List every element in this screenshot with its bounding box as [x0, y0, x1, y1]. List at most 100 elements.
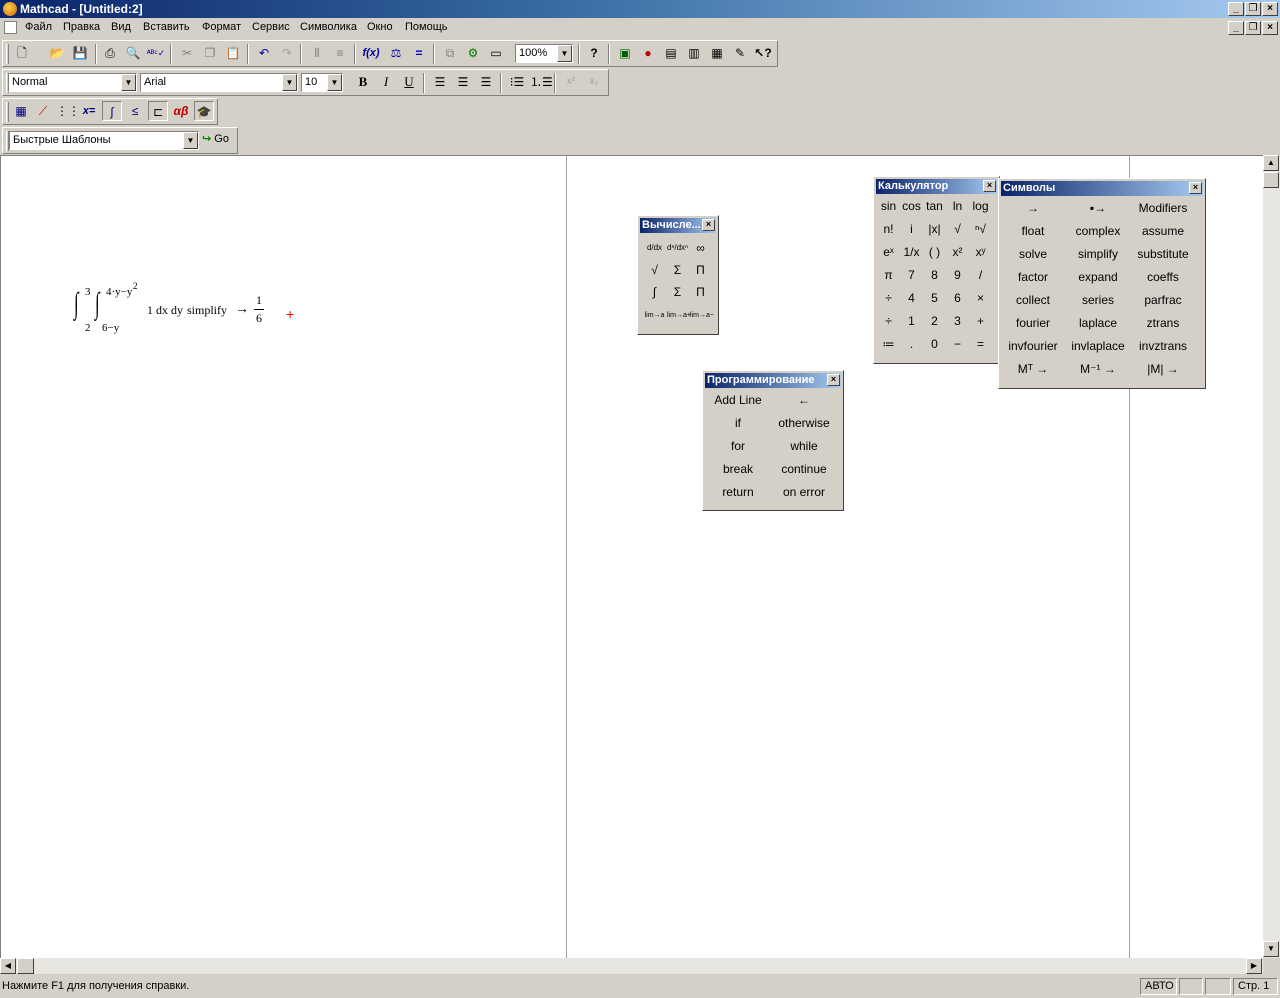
programming-operator-button[interactable]: on error: [771, 481, 837, 504]
restore-icon[interactable]: ❐: [1245, 2, 1261, 16]
symbolic-keyword-button[interactable]: M⁻¹ →: [1066, 358, 1130, 381]
calculator-key-button[interactable]: ×: [970, 287, 991, 310]
symbolic-keyword-button[interactable]: parfrac: [1131, 289, 1195, 312]
go-button[interactable]: ↪ Go: [202, 132, 229, 145]
calculator-key-button[interactable]: eˣ: [878, 241, 899, 264]
calculator-key-button[interactable]: ln: [947, 195, 968, 218]
collaboratory-icon[interactable]: ▤: [661, 43, 681, 63]
menu-window[interactable]: Окно: [367, 21, 393, 33]
product-button[interactable]: Π: [690, 282, 711, 302]
boolean-toolbar-icon[interactable]: ≤: [125, 101, 145, 121]
palette-titlebar[interactable]: Программирование ×: [705, 373, 841, 388]
font-select[interactable]: Arial ▼: [140, 73, 298, 92]
insert-component-icon[interactable]: ⧉: [440, 43, 460, 63]
definite-integral-button[interactable]: √: [644, 260, 665, 280]
symbolic-keyword-button[interactable]: substitute: [1131, 243, 1195, 266]
symbolic-keyword-button[interactable]: collect: [1001, 289, 1065, 312]
print-preview-icon[interactable]: 🔍: [123, 43, 143, 63]
limit-button[interactable]: lim→a: [644, 306, 665, 326]
style-select[interactable]: Normal ▼: [8, 73, 137, 92]
symbolic-keyword-button[interactable]: complex: [1066, 220, 1130, 243]
range-sum-button[interactable]: Σ: [667, 260, 688, 280]
calculator-key-button[interactable]: cos: [901, 195, 922, 218]
italic-button[interactable]: I: [376, 72, 396, 92]
undo-icon[interactable]: ↶: [254, 43, 274, 63]
symbolic-keyword-button[interactable]: invztrans: [1131, 335, 1195, 358]
calculator-key-button[interactable]: 8: [924, 264, 945, 287]
vertical-scrollbar[interactable]: ▲ ▼: [1263, 155, 1280, 958]
programming-operator-button[interactable]: for: [705, 435, 771, 458]
calculator-key-button[interactable]: |x|: [924, 218, 945, 241]
align-down-icon[interactable]: ≡: [330, 43, 350, 63]
context-help-icon[interactable]: ↖?: [753, 43, 773, 63]
scroll-thumb[interactable]: [1263, 172, 1279, 188]
programming-operator-button[interactable]: continue: [771, 458, 837, 481]
print-icon[interactable]: ⎙: [100, 43, 120, 63]
chevron-down-icon[interactable]: ▼: [121, 74, 136, 91]
menu-view[interactable]: Вид: [111, 21, 131, 33]
numbering-icon[interactable]: ⒈☰: [530, 72, 553, 92]
document-icon[interactable]: [4, 21, 17, 34]
menu-edit[interactable]: Правка: [63, 21, 100, 33]
copy-icon[interactable]: ❐: [200, 43, 220, 63]
calculus-toolbar-icon[interactable]: ∫: [102, 101, 122, 121]
cut-icon[interactable]: ✂: [177, 43, 197, 63]
help-icon[interactable]: ?: [584, 43, 604, 63]
calculator-key-button[interactable]: n!: [878, 218, 899, 241]
calculator-key-button[interactable]: xʸ: [970, 241, 991, 264]
insert-unit-icon[interactable]: ⚖: [386, 43, 406, 63]
symbolic-keyword-button[interactable]: coeffs: [1131, 266, 1195, 289]
open-icon[interactable]: 📂: [47, 43, 67, 63]
summation-button[interactable]: Σ: [667, 282, 688, 302]
worksheet[interactable]: ∫ 3 2 ∫ 4·y−y 2 6−y 1 dx dy simplify → 1…: [0, 155, 1263, 959]
calculator-key-button[interactable]: i: [901, 218, 922, 241]
symbolic-keyword-button[interactable]: invlaplace: [1066, 335, 1130, 358]
horizontal-scrollbar[interactable]: ◀ ▶: [0, 958, 1263, 974]
calculator-key-button[interactable]: 2: [924, 310, 945, 333]
programming-operator-button[interactable]: if: [705, 412, 771, 435]
calculator-key-button[interactable]: sin: [878, 195, 899, 218]
symbolic-keyword-button[interactable]: solve: [1001, 243, 1065, 266]
ebook-icon[interactable]: ▥: [684, 43, 704, 63]
calculator-key-button[interactable]: log: [970, 195, 991, 218]
calculator-key-button[interactable]: 1: [901, 310, 922, 333]
calculator-key-button[interactable]: 6: [947, 287, 968, 310]
palette-titlebar[interactable]: Вычисле... ×: [640, 218, 716, 233]
symbolic-keyword-button[interactable]: assume: [1131, 220, 1195, 243]
paste-icon[interactable]: 📋: [223, 43, 243, 63]
symbolic-keyword-button[interactable]: series: [1066, 289, 1130, 312]
palette-titlebar[interactable]: Символы ×: [1001, 181, 1203, 196]
insert-function-icon[interactable]: f(x): [361, 43, 381, 63]
chevron-down-icon[interactable]: ▼: [327, 74, 342, 91]
scroll-left-icon[interactable]: ◀: [0, 958, 16, 974]
scroll-up-icon[interactable]: ▲: [1263, 155, 1279, 171]
calculator-key-button[interactable]: ≔: [878, 333, 899, 356]
calculator-key-button[interactable]: ( ): [924, 241, 945, 264]
menu-help[interactable]: Помощь: [405, 21, 448, 33]
infinity-button[interactable]: ∞: [690, 238, 711, 258]
bullets-icon[interactable]: ⁝☰: [507, 72, 527, 92]
calculator-key-button[interactable]: 1/x: [901, 241, 922, 264]
calculator-key-button[interactable]: 7: [901, 264, 922, 287]
symbolic-keyword-button[interactable]: expand: [1066, 266, 1130, 289]
calculator-key-button[interactable]: √: [947, 218, 968, 241]
graph-toolbar-icon[interactable]: ⟋: [33, 101, 53, 121]
calculator-key-button[interactable]: +: [970, 310, 991, 333]
calculator-key-button[interactable]: /: [970, 264, 991, 287]
calculator-key-button[interactable]: 9: [947, 264, 968, 287]
align-right-icon[interactable]: ☰: [476, 72, 496, 92]
minimize-icon[interactable]: _: [1228, 2, 1244, 16]
symbolic-keyword-button[interactable]: Mᵀ →: [1001, 358, 1065, 381]
symbolic-keyword-button[interactable]: |M| →: [1131, 358, 1195, 381]
symbolic-toolbar-icon[interactable]: 🎓: [194, 101, 214, 121]
programming-operator-button[interactable]: ←: [771, 389, 837, 412]
calculator-key-button[interactable]: 4: [901, 287, 922, 310]
symbolic-keyword-button[interactable]: fourier: [1001, 312, 1065, 335]
spell-check-icon[interactable]: ᴬᴮᶜ✓: [146, 43, 166, 63]
symbolic-keyword-button[interactable]: laplace: [1066, 312, 1130, 335]
symbolic-keyword-button[interactable]: ztrans: [1131, 312, 1195, 335]
calculator-key-button[interactable]: ÷: [878, 287, 899, 310]
matrix-toolbar-icon[interactable]: ⋮⋮: [56, 101, 80, 121]
derivative-button[interactable]: d/dx: [644, 238, 665, 258]
calculator-key-button[interactable]: 0: [924, 333, 945, 356]
